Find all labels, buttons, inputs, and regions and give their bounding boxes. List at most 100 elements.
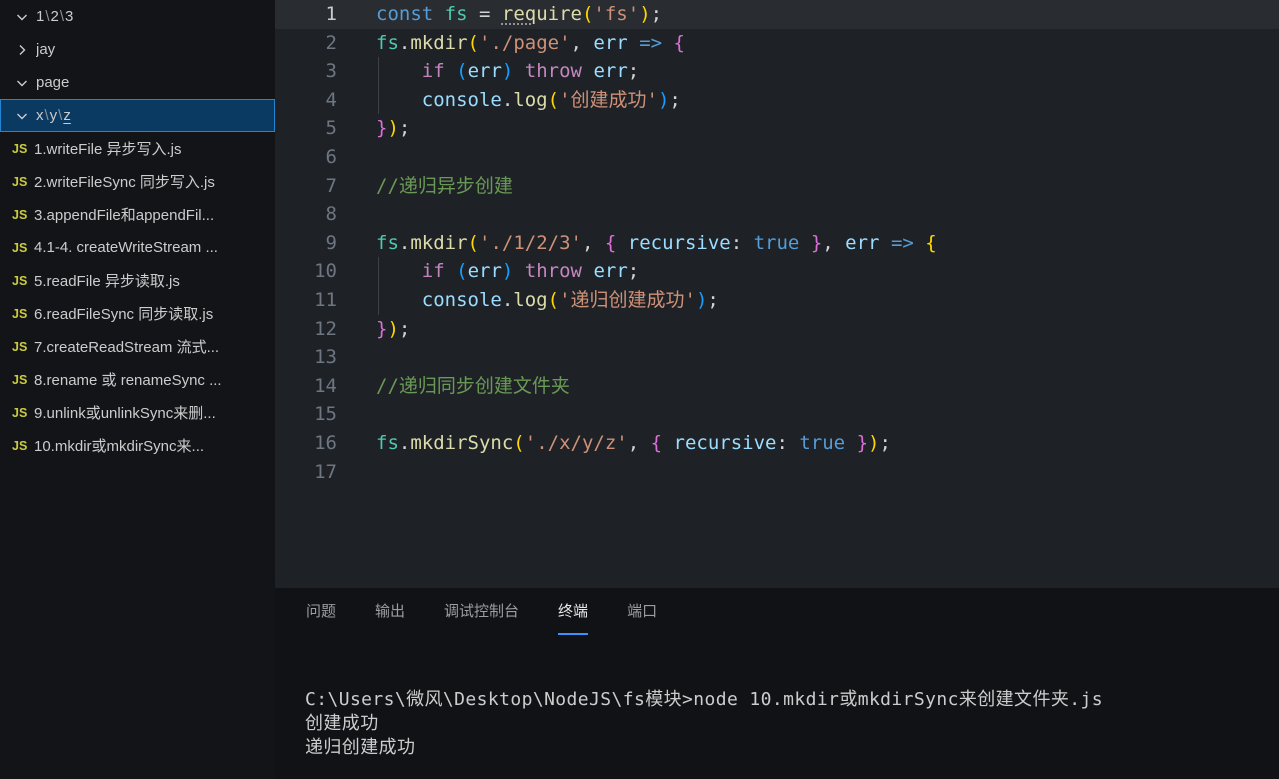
code-text: }); [337, 315, 1279, 344]
line-number: 16 [314, 431, 337, 454]
code-line-16[interactable]: 16 fs.mkdirSync('./x/y/z', { recursive: t… [275, 429, 1279, 458]
tree-folder-x-y-z[interactable]: x\y\z [0, 99, 275, 132]
code-token: fs [376, 231, 399, 254]
code-line-10[interactable]: 10 if (err) throw err; [275, 257, 1279, 286]
panel-tab-terminal[interactable]: 终端 [558, 588, 589, 635]
tree-file-7[interactable]: JS 7.createReadStream 流式... [0, 330, 275, 363]
code-line-7[interactable]: 7 //递归异步创建 [275, 172, 1279, 201]
js-file-icon: JS [12, 339, 28, 354]
file-label: 5.readFile 异步读取.js [34, 273, 180, 290]
code-token: '递归创建成功' [559, 288, 696, 311]
code-token: ( [456, 60, 468, 83]
code-token: { [925, 231, 937, 254]
code-token: . [398, 231, 411, 254]
code-line-2[interactable]: 2 fs.mkdir('./page', err => { [275, 29, 1279, 58]
code-token: } [810, 231, 823, 254]
code-line-17[interactable]: 17 [275, 458, 1279, 487]
code-token: log [513, 88, 548, 111]
code-token: ) [657, 88, 670, 111]
chevron-down-icon [14, 108, 30, 124]
terminal-output[interactable]: C:\Users\微风\Desktop\NodeJS\fs模块>node 10.… [275, 635, 1279, 760]
code-token: ) [639, 3, 651, 25]
code-line-15[interactable]: 15 [275, 400, 1279, 429]
code-line-4[interactable]: 4 console.log('创建成功'); [275, 85, 1279, 115]
js-file-icon: JS [12, 405, 28, 420]
file-label: 3.appendFile和appendFil... [34, 207, 215, 224]
panel-tab-ports[interactable]: 端口 [627, 588, 657, 635]
panel-tab-bar: 问题 输出 调试控制台 终端 端口 [275, 588, 1279, 635]
folder-label: jay [36, 41, 55, 58]
code-line-6[interactable]: 6 [275, 143, 1279, 172]
js-file-icon: JS [12, 207, 28, 222]
tree-folder-1-2-3[interactable]: 1\2\3 [0, 0, 275, 33]
panel-tab-output[interactable]: 输出 [375, 588, 405, 635]
file-tree: 1\2\3 jay page x\y\z JS 1.writeFile 异步写入.js JS… [0, 0, 275, 462]
code-text: fs.mkdir('./page', err => { [337, 29, 1279, 58]
js-file-icon: JS [12, 240, 28, 255]
tree-file-1[interactable]: JS 1.writeFile 异步写入.js [0, 132, 275, 165]
tree-file-3[interactable]: JS 3.appendFile和appendFil... [0, 198, 275, 231]
code-token: ; [879, 431, 891, 454]
code-line-13[interactable]: 13 [275, 343, 1279, 372]
line-number: 6 [325, 145, 337, 168]
tree-folder-page[interactable]: page [0, 66, 275, 99]
code-text: if (err) throw err; [337, 57, 1279, 86]
code-line-5[interactable]: 5}); [275, 114, 1279, 143]
code-token: ; [627, 260, 640, 283]
tree-folder-jay[interactable]: jay [0, 33, 275, 66]
code-text: const fs = require('fs'); [337, 0, 1279, 29]
tree-file-5[interactable]: JS 5.readFile 异步读取.js [0, 264, 275, 297]
code-line-9[interactable]: 9 fs.mkdir('./1/2/3', { recursive: true }… [275, 229, 1279, 258]
code-token: : [776, 431, 788, 454]
code-token: err [467, 60, 502, 83]
code-line-3[interactable]: 3 if (err) throw err; [275, 57, 1279, 86]
line-number: 11 [314, 288, 337, 311]
line-number: 17 [314, 460, 337, 483]
code-token: ( [547, 288, 560, 311]
file-label: 2.writeFileSync 同步写入.js [34, 174, 215, 191]
line-number: 10 [314, 260, 337, 283]
terminal-line-2: 创建成功 [305, 713, 379, 734]
code-editor[interactable]: 1 const fs = require('fs'); 2 fs.mkdir('./p… [275, 0, 1279, 588]
tree-file-10[interactable]: JS 10.mkdir或mkdirSync来... [0, 429, 275, 462]
code-line-12[interactable]: 12}); [275, 315, 1279, 344]
tree-file-2[interactable]: JS 2.writeFileSync 同步写入.js [0, 165, 275, 198]
tree-file-6[interactable]: JS 6.readFileSync 同步读取.js [0, 297, 275, 330]
folder-segment: 2 [50, 8, 59, 25]
line-number: 7 [325, 174, 337, 197]
file-label: 4.1-4. createWriteStream ... [34, 239, 218, 256]
code-line-14[interactable]: 14 //递归同步创建文件夹 [275, 372, 1279, 401]
line-number: 9 [325, 231, 337, 254]
tree-file-4[interactable]: JS 4.1-4. createWriteStream ... [0, 231, 275, 264]
code-text: if (err) throw err; [337, 257, 1279, 286]
code-token: } [376, 117, 388, 140]
code-text: console.log('递归创建成功'); [337, 285, 1279, 315]
code-token: fs [376, 31, 399, 54]
tree-file-8[interactable]: JS 8.rename 或 renameSync ... [0, 363, 275, 396]
js-file-icon: JS [12, 306, 28, 321]
panel-tab-problems[interactable]: 问题 [306, 588, 336, 635]
tree-file-9[interactable]: JS 9.unlink或unlinkSync来删... [0, 396, 275, 429]
line-number: 13 [314, 346, 337, 369]
code-token: mkdir [410, 31, 468, 54]
code-line-8[interactable]: 8 [275, 200, 1279, 229]
panel-tab-debug-console[interactable]: 调试控制台 [444, 588, 519, 635]
code-line-1[interactable]: 1 const fs = require('fs'); [275, 0, 1279, 29]
code-line-11[interactable]: 11 console.log('递归创建成功'); [275, 285, 1279, 315]
code-token: './x/y/z' [524, 431, 628, 454]
code-token: , [822, 231, 846, 254]
indent-guide [378, 85, 379, 115]
code-token: err [593, 260, 628, 283]
folder-segment: page [36, 74, 70, 91]
